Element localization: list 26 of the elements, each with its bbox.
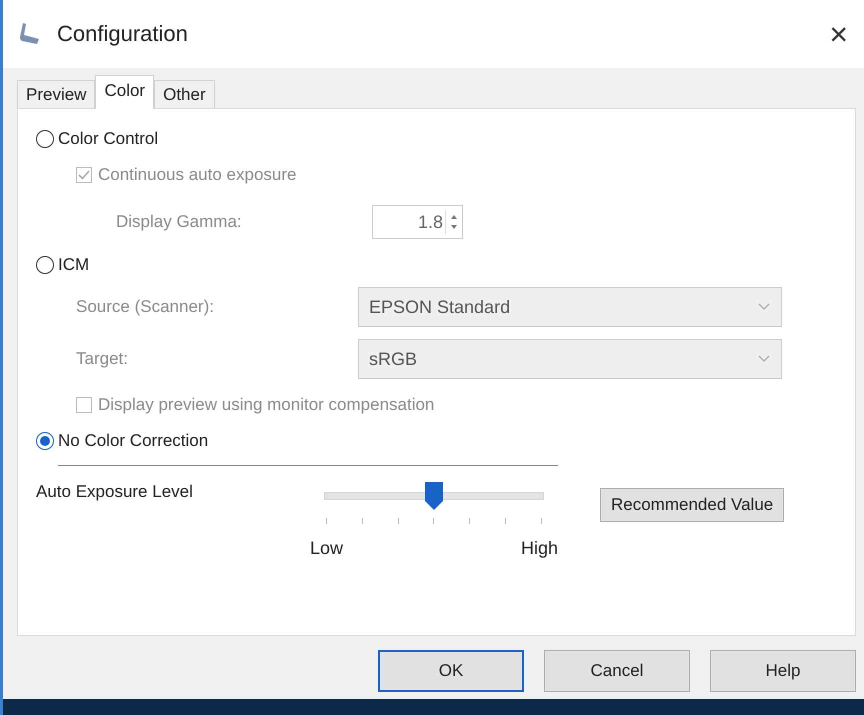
radio-label: No Color Correction	[58, 431, 208, 451]
radio-button[interactable]	[36, 256, 54, 274]
caret-icon	[757, 354, 771, 364]
field-label: Target:	[76, 349, 129, 369]
radio-label: ICM	[58, 255, 90, 275]
slider-thumb[interactable]	[424, 481, 444, 511]
radio-button[interactable]	[36, 432, 54, 450]
tab[interactable]: Other	[154, 80, 215, 108]
dialog-button[interactable]: Help	[710, 650, 856, 692]
radio-button[interactable]	[36, 130, 54, 148]
high-label: High	[520, 538, 558, 559]
checkbox-label: Display preview using monitor compensation	[98, 395, 434, 415]
dialog-button[interactable]: OK	[378, 650, 524, 692]
tab[interactable]: Color	[95, 75, 154, 109]
field-label: Source (Scanner):	[76, 297, 215, 317]
checkbox-label: Continuous auto exposure	[98, 165, 296, 185]
field-label: Display Gamma:	[116, 212, 243, 232]
dialog-button[interactable]: Cancel	[544, 650, 690, 692]
close-button[interactable]: ×	[823, 16, 854, 52]
recommended-value-button[interactable]: Recommended Value	[600, 488, 784, 522]
radio-label: Color Control	[58, 129, 158, 149]
slider-label: Auto Exposure Level	[36, 482, 194, 502]
caret-icon	[757, 302, 771, 312]
low-label: Low	[310, 538, 344, 559]
window-title: Configuration	[57, 21, 189, 47]
tab[interactable]: Preview	[17, 80, 96, 108]
